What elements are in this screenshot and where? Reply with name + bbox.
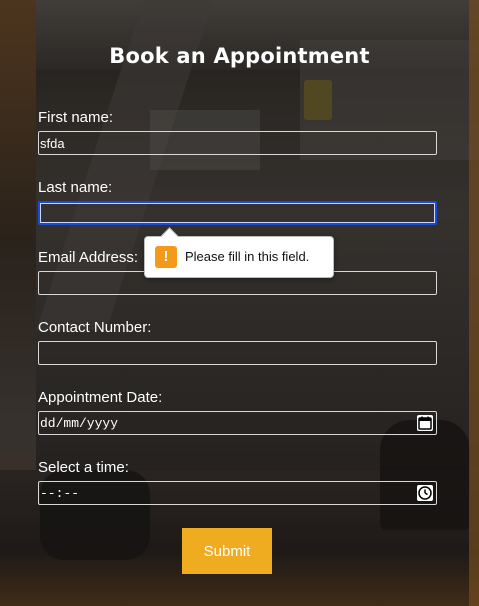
email-label: Email Address: — [38, 249, 139, 266]
first-name-value: sfda — [40, 136, 65, 151]
appointment-date-input[interactable]: dd/mm/yyyy — [38, 411, 437, 435]
appointment-date-value: dd/mm/yyyy — [40, 416, 119, 431]
appointment-form: Book an Appointment First name: sfda Las… — [0, 0, 479, 606]
contact-number-input[interactable] — [38, 341, 437, 365]
validation-message: Please fill in this field. — [185, 249, 310, 264]
select-time-value: --:-- — [40, 486, 80, 501]
select-time-input[interactable]: --:-- — [38, 481, 437, 505]
last-name-label: Last name: — [38, 179, 113, 196]
appointment-date-label: Appointment Date: — [38, 389, 163, 406]
first-name-label: First name: — [38, 109, 114, 126]
clock-icon[interactable] — [417, 485, 433, 501]
form-title: Book an Appointment — [109, 44, 370, 68]
contact-number-label: Contact Number: — [38, 319, 152, 336]
warning-icon: ! — [155, 246, 177, 268]
first-name-input[interactable]: sfda — [38, 131, 437, 155]
submit-button[interactable]: Submit — [182, 528, 272, 574]
last-name-input[interactable] — [38, 201, 437, 225]
validation-tooltip: ! Please fill in this field. — [144, 236, 334, 278]
calendar-icon[interactable] — [417, 415, 433, 431]
select-time-label: Select a time: — [38, 459, 129, 476]
